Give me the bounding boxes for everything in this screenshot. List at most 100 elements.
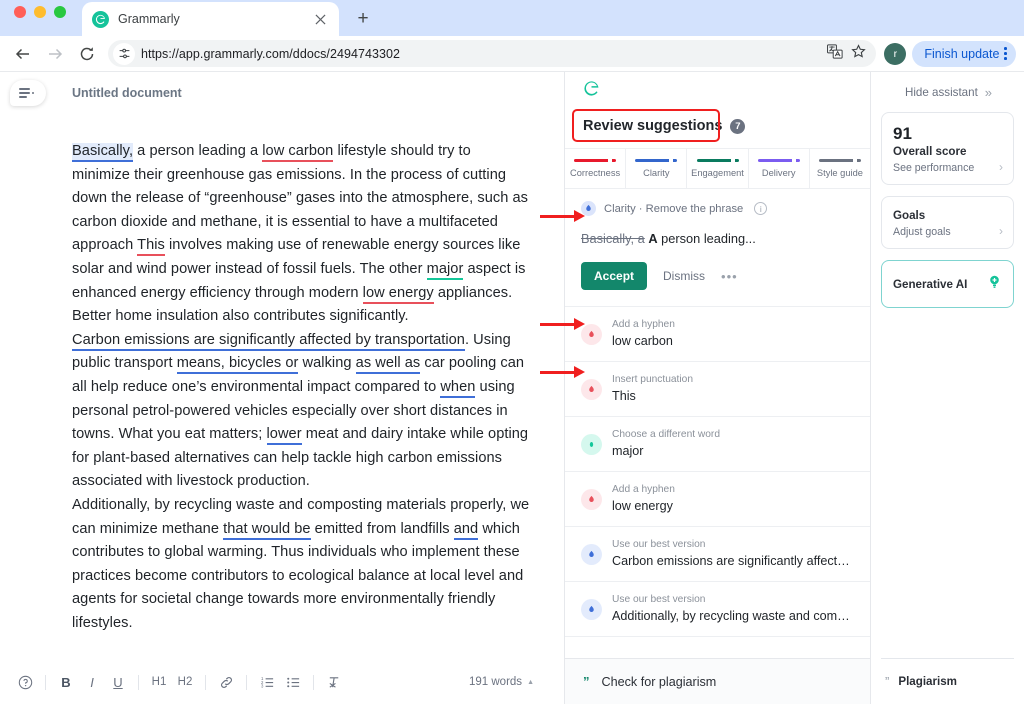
clarity-badge-icon xyxy=(581,543,602,565)
suggestion-highlight[interactable]: major xyxy=(426,260,464,280)
underline-button[interactable]: U xyxy=(105,669,131,695)
kebab-menu-icon[interactable] xyxy=(1004,47,1007,60)
toolbar-divider xyxy=(138,674,139,690)
chevron-right-icon: › xyxy=(999,224,1003,238)
link-icon[interactable] xyxy=(213,669,239,695)
suggestions-panel: Review suggestions 7 Correctness Clarity… xyxy=(565,72,871,704)
paragraph-1[interactable]: Basically, a person leading a low carbon… xyxy=(72,140,530,329)
double-chevron-right-icon: » xyxy=(984,84,992,100)
close-window-button[interactable] xyxy=(14,6,26,18)
overall-score-card[interactable]: 91 Overall score See performance › xyxy=(881,112,1014,185)
list-item[interactable]: Use our best version Carbon emissions ar… xyxy=(565,527,870,582)
star-icon[interactable] xyxy=(851,43,867,64)
suggestion-highlight[interactable]: This xyxy=(137,237,165,257)
browser-tab-grammarly[interactable]: Grammarly xyxy=(82,2,339,36)
toolbar-divider xyxy=(45,674,46,690)
generative-ai-card[interactable]: Generative AI xyxy=(881,260,1014,308)
style-guide-bar xyxy=(818,158,861,163)
finish-update-label: Finish update xyxy=(924,46,1000,61)
toolbar-divider xyxy=(313,674,314,690)
suggestion-kind: Clarity · Remove the phrase xyxy=(604,202,744,215)
profile-avatar[interactable]: r xyxy=(884,42,907,65)
editor-toolbar: B I U H1 H2 123 191 words ▲ xyxy=(0,660,564,704)
hamburger-menu-icon[interactable] xyxy=(10,80,46,106)
list-item[interactable]: Add a hyphen low energy xyxy=(565,472,870,527)
list-item[interactable]: Insert punctuation This xyxy=(565,362,870,417)
goals-card[interactable]: Goals Adjust goals › xyxy=(881,196,1014,249)
help-icon[interactable] xyxy=(12,669,38,695)
list-item[interactable]: Add a hyphen low carbon xyxy=(565,307,870,362)
suggestion-highlight[interactable]: that would be xyxy=(223,520,311,540)
suggestion-highlight[interactable]: lower xyxy=(266,426,302,446)
tune-icon[interactable] xyxy=(113,42,135,65)
more-options-icon[interactable]: ••• xyxy=(721,269,738,284)
bullet-list-icon[interactable] xyxy=(280,669,306,695)
tab-style-guide[interactable]: Style guide xyxy=(810,149,870,188)
reload-icon[interactable] xyxy=(72,39,102,69)
close-tab-icon[interactable] xyxy=(312,11,329,28)
strikethrough-text: Basically, a xyxy=(581,231,645,246)
suggestion-highlight[interactable]: means, bicycles or xyxy=(176,355,299,375)
suggestion-kind: Insert punctuation xyxy=(612,374,693,385)
italic-button[interactable]: I xyxy=(79,669,105,695)
tab-engagement[interactable]: Engagement xyxy=(687,149,749,188)
maximize-window-button[interactable] xyxy=(54,6,66,18)
window-traffic-lights[interactable] xyxy=(14,0,66,36)
finish-update-button[interactable]: Finish update xyxy=(912,40,1016,67)
address-bar[interactable]: https://app.grammarly.com/ddocs/24947433… xyxy=(108,40,877,67)
url-text: https://app.grammarly.com/ddocs/24947433… xyxy=(141,46,400,61)
numbered-list-icon[interactable]: 123 xyxy=(254,669,280,695)
caret-up-icon[interactable]: ▲ xyxy=(527,679,534,686)
correctness-badge-icon xyxy=(581,488,602,510)
suggestion-highlight[interactable]: and xyxy=(453,520,479,540)
clarity-badge-icon xyxy=(581,598,602,620)
clear-formatting-icon[interactable] xyxy=(321,669,347,695)
new-tab-button[interactable]: + xyxy=(349,5,377,33)
tab-delivery[interactable]: Delivery xyxy=(749,149,810,188)
replacement-text: A xyxy=(648,231,658,246)
plagiarism-sidebar-item[interactable]: ” Plagiarism xyxy=(881,658,1014,704)
document-title[interactable]: Untitled document xyxy=(72,86,182,100)
list-item[interactable]: Choose a different word major xyxy=(565,417,870,472)
paragraph-3[interactable]: Additionally, by recycling waste and com… xyxy=(72,494,530,636)
suggestions-header: Review suggestions 7 xyxy=(565,104,870,149)
check-plagiarism-label: Check for plagiarism xyxy=(601,674,717,689)
clarity-badge-icon xyxy=(581,201,596,216)
hide-assistant-button[interactable]: Hide assistant » xyxy=(881,72,1014,112)
forward-icon[interactable] xyxy=(40,39,70,69)
suggestion-card-expanded[interactable]: Clarity · Remove the phrase i Basically,… xyxy=(565,189,870,307)
info-icon[interactable]: i xyxy=(754,202,768,215)
tab-correctness[interactable]: Correctness xyxy=(565,149,627,188)
translate-icon[interactable] xyxy=(827,43,843,64)
grammarly-logo-icon xyxy=(92,10,109,28)
heading-2-button[interactable]: H2 xyxy=(172,669,198,695)
paragraph-2[interactable]: Carbon emissions are significantly affec… xyxy=(72,329,530,494)
check-plagiarism-bar[interactable]: ” Check for plagiarism xyxy=(565,658,870,704)
suggestion-actions: Accept Dismiss ••• xyxy=(581,262,854,290)
suggestion-highlight[interactable]: low carbon xyxy=(262,143,334,162)
document-body[interactable]: Basically, a person leading a low carbon… xyxy=(0,114,564,660)
see-performance-link[interactable]: See performance xyxy=(893,162,1002,174)
suggestion-highlight[interactable]: low energy xyxy=(362,284,434,304)
minimize-window-button[interactable] xyxy=(34,6,46,18)
tab-clarity[interactable]: Clarity xyxy=(626,149,688,188)
category-tabs: Correctness Clarity Engagement Delivery … xyxy=(565,149,870,189)
word-count[interactable]: 191 words ▲ xyxy=(469,676,534,688)
bold-button[interactable]: B xyxy=(53,669,79,695)
accept-button[interactable]: Accept xyxy=(581,262,648,290)
suggestion-highlight[interactable]: as well as xyxy=(355,355,421,375)
back-icon[interactable] xyxy=(8,39,38,69)
dismiss-button[interactable]: Dismiss xyxy=(663,269,705,283)
adjust-goals-link[interactable]: Adjust goals xyxy=(893,226,1002,238)
suggestion-card-header: Clarity · Remove the phrase i xyxy=(581,201,854,216)
text-run: emitted from landfills xyxy=(310,520,454,537)
heading-1-button[interactable]: H1 xyxy=(146,669,172,695)
suggestion-highlight[interactable]: Carbon emissions are significantly affec… xyxy=(72,331,465,351)
list-item[interactable]: Use our best version Additionally, by re… xyxy=(565,582,870,637)
toolbar-divider xyxy=(246,674,247,690)
generative-ai-label: Generative AI xyxy=(893,277,968,291)
lightbulb-icon xyxy=(987,274,1002,294)
engagement-badge-icon xyxy=(581,433,602,455)
suggestion-highlight[interactable]: when xyxy=(440,378,476,398)
suggestion-highlight[interactable]: Basically, xyxy=(72,143,134,162)
